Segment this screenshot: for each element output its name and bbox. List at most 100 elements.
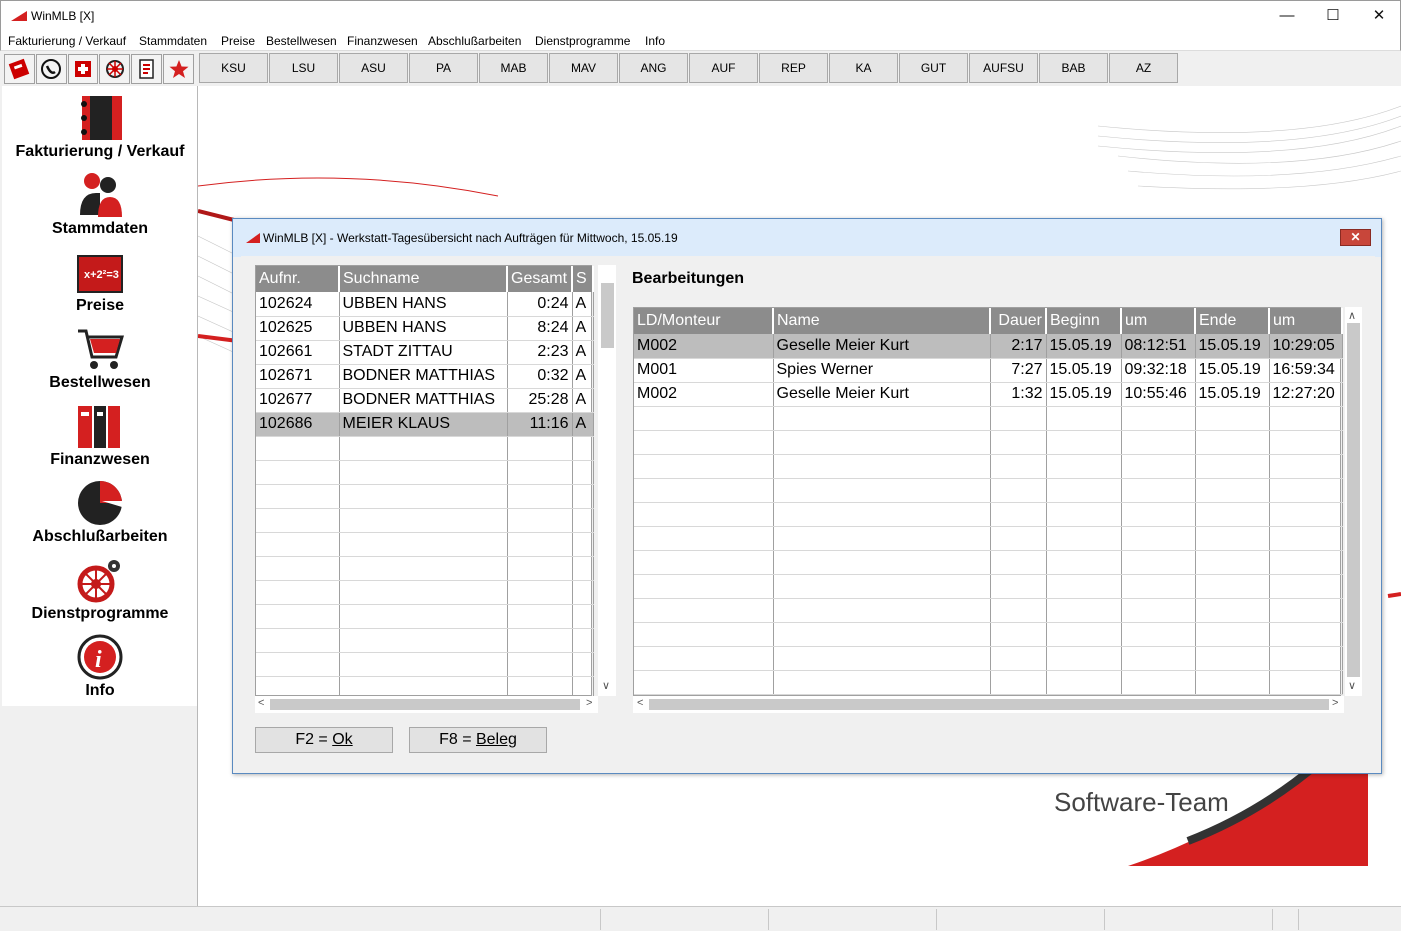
sidebar-item-bestellwesen[interactable]: Bestellwesen [2,317,198,394]
scroll-up-arrow-icon[interactable]: ∧ [1348,309,1356,322]
scroll-down-arrow-icon[interactable]: ∨ [1348,679,1356,692]
tab-aufsu[interactable]: AUFSU [969,53,1038,83]
menu-dienstprogramme[interactable]: Dienstprogramme [535,34,630,48]
col-header-status[interactable]: S [572,266,594,292]
tab-ksu[interactable]: KSU [199,53,268,83]
col-header-dauer[interactable]: Dauer [990,308,1047,334]
scroll-thumb[interactable] [601,283,614,348]
menu-stammdaten[interactable]: Stammdaten [139,34,207,48]
col-header-aufnr[interactable]: Aufnr. [256,266,340,292]
table-cell [773,502,991,527]
tab-mab[interactable]: MAB [479,53,548,83]
tab-mav[interactable]: MAV [549,53,618,83]
col-header-name[interactable]: Name [773,308,991,334]
empty-table-row [634,670,1343,695]
table-row[interactable]: 102625 UBBEN HANS 8:24 A [256,316,594,341]
menu-finanzwesen[interactable]: Finanzwesen [347,34,418,48]
table-cell [1046,598,1122,623]
calculator-icon[interactable] [4,54,35,84]
menu-preise[interactable]: Preise [221,34,255,48]
table-cell [1121,670,1196,695]
star-icon[interactable] [163,54,194,84]
col-header-suchname[interactable]: Suchname [339,266,508,292]
info-icon: i [77,634,123,680]
orders-grid[interactable]: Aufnr. Suchname Gesamt S 102624 UBBEN HAN… [255,265,594,701]
checklist-icon[interactable] [131,54,163,84]
menu-info[interactable]: Info [645,34,665,48]
table-row[interactable]: M002 Geselle Meier Kurt 1:32 15.05.19 10:55:… [634,382,1343,407]
table-cell: Geselle Meier Kurt [773,382,991,407]
tab-ang[interactable]: ANG [619,53,688,83]
scroll-left-arrow-icon[interactable]: < [637,697,643,709]
table-cell: 102671 [256,364,340,389]
orders-horizontal-scrollbar[interactable]: < > [255,696,598,713]
first-aid-icon[interactable] [67,54,99,84]
sidebar-item-info[interactable]: i Info [2,625,198,702]
bearbeitungen-grid[interactable]: LD/Monteur Name Dauer Beginn um Ende um … [633,307,1343,696]
table-cell [507,460,573,485]
table-cell [1269,502,1343,527]
scroll-left-arrow-icon[interactable]: < [258,697,264,709]
table-row[interactable]: 102677 BODNER MATTHIAS 25:28 A [256,388,594,413]
sidebar-item-dienstprogramme[interactable]: Dienstprogramme [2,548,198,625]
col-header-monteur[interactable]: LD/Monteur [634,308,774,334]
beleg-button[interactable]: F8 = Beleg [409,727,547,753]
scroll-thumb[interactable] [649,699,1329,710]
table-row[interactable]: M002 Geselle Meier Kurt 2:17 15.05.19 08:12:… [634,334,1343,359]
tab-ka[interactable]: KA [829,53,898,83]
table-cell: 16:59:34 [1269,358,1343,383]
scroll-thumb[interactable] [270,699,580,710]
tab-bab[interactable]: BAB [1039,53,1108,83]
orders-vertical-scrollbar[interactable]: ∨ [598,265,616,696]
maximize-button[interactable]: ☐ [1310,1,1356,31]
scroll-right-arrow-icon[interactable]: > [586,697,592,709]
scroll-right-arrow-icon[interactable]: > [1332,697,1338,709]
menu-bestellwesen[interactable]: Bestellwesen [266,34,337,48]
scroll-thumb[interactable] [1347,323,1360,677]
wheel-icon[interactable] [99,54,131,84]
bearbeitungen-horizontal-scrollbar[interactable]: < > [633,696,1344,713]
close-button[interactable]: ✕ [1356,1,1401,31]
sidebar-item-preise[interactable]: x+2²=3 Preise [2,240,198,317]
sidebar-item-finanzwesen[interactable]: Finanzwesen [2,394,198,471]
col-header-gesamt[interactable]: Gesamt [507,266,573,292]
sidebar-item-fakturierung[interactable]: Fakturierung / Verkauf [2,86,198,163]
table-cell: UBBEN HANS [339,292,508,317]
table-cell [339,652,508,677]
table-row[interactable]: 102686 MEIER KLAUS 11:16 A [256,412,594,437]
table-cell: 102677 [256,388,340,413]
users-icon [80,173,122,217]
menu-fakturierung[interactable]: Fakturierung / Verkauf [8,34,126,48]
table-row[interactable]: M001 Spies Werner 7:27 15.05.19 09:32:18 15.0… [634,358,1343,383]
tab-auf[interactable]: AUF [689,53,758,83]
table-row[interactable]: 102661 STADT ZITTAU 2:23 A [256,340,594,365]
menu-abschlussarbeiten[interactable]: Abschlußarbeiten [428,34,521,48]
col-header-beginn[interactable]: Beginn [1046,308,1122,334]
tab-lsu[interactable]: LSU [269,53,338,83]
tab-az[interactable]: AZ [1109,53,1178,83]
table-cell [1195,598,1270,623]
sidebar-item-abschlussarbeiten[interactable]: Abschlußarbeiten [2,471,198,548]
sidebar-item-stammdaten[interactable]: Stammdaten [2,163,198,240]
col-header-ende-um[interactable]: um [1269,308,1343,334]
table-row[interactable]: 102671 BODNER MATTHIAS 0:32 A [256,364,594,389]
tab-pa[interactable]: PA [409,53,478,83]
table-cell [572,484,594,509]
bearbeitungen-vertical-scrollbar[interactable]: ∧ ∨ [1345,307,1362,696]
tab-rep[interactable]: REP [759,53,828,83]
scroll-down-arrow-icon[interactable]: ∨ [602,679,610,692]
table-cell [1046,502,1122,527]
col-header-beginn-um[interactable]: um [1121,308,1196,334]
table-row[interactable]: 102624 UBBEN HANS 0:24 A [256,292,594,317]
phone-icon[interactable] [35,54,67,84]
col-header-ende[interactable]: Ende [1195,308,1270,334]
table-cell [339,580,508,605]
tab-gut[interactable]: GUT [899,53,968,83]
table-cell [1195,478,1270,503]
tab-asu[interactable]: ASU [339,53,408,83]
dialog-close-button[interactable]: ✕ [1340,229,1371,246]
app-logo-icon [11,11,27,21]
minimize-button[interactable]: — [1264,1,1310,31]
ok-button[interactable]: F2 = Ok [255,727,393,753]
table-cell: A [572,340,594,365]
